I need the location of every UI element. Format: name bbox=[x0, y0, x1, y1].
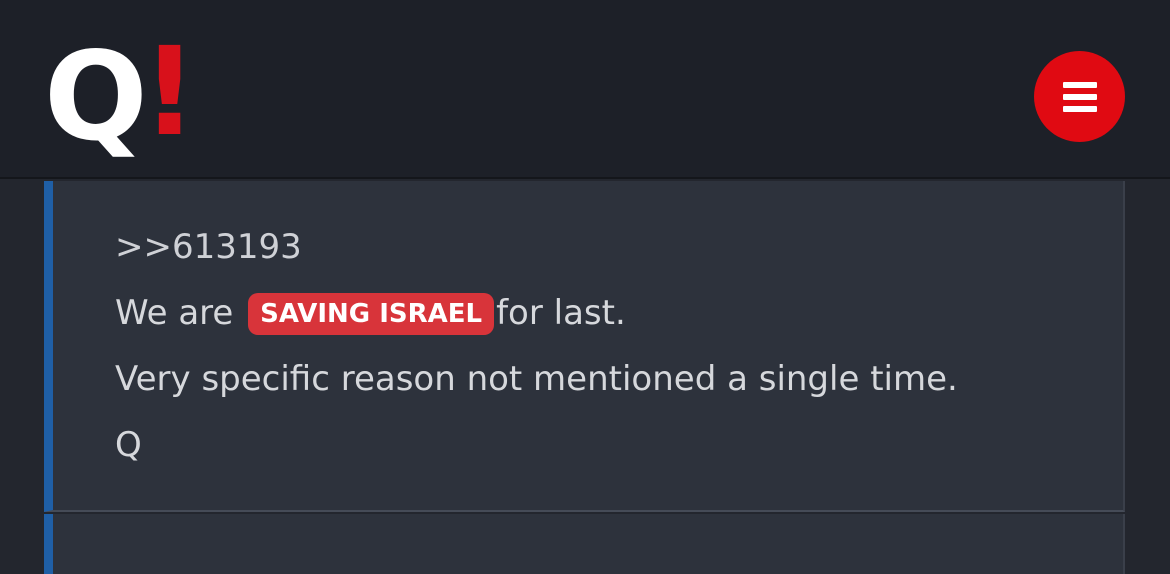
top-header: Q ! bbox=[0, 0, 1170, 179]
next-post-card bbox=[44, 514, 1125, 574]
logo-q-letter: Q bbox=[44, 26, 148, 168]
post-signature: Q bbox=[115, 425, 142, 465]
post-text-after-highlight: for last. bbox=[496, 293, 626, 333]
post-body: >>613193 We are SAVING ISRAEL for last. V… bbox=[115, 221, 958, 485]
logo-exclamation: ! bbox=[141, 21, 198, 163]
post-text-before-highlight: We are bbox=[115, 293, 245, 333]
post-card: >>613193 We are SAVING ISRAEL for last. V… bbox=[44, 181, 1125, 512]
site-logo[interactable]: Q ! bbox=[44, 21, 198, 168]
post-line-2: Very specific reason not mentioned a sin… bbox=[115, 353, 958, 419]
menu-button[interactable] bbox=[1034, 51, 1125, 142]
hamburger-menu-icon bbox=[1062, 105, 1097, 112]
post-signature-line: Q bbox=[115, 419, 958, 485]
post-line-1: We are SAVING ISRAEL for last. bbox=[115, 287, 958, 353]
hamburger-menu-icon bbox=[1062, 81, 1097, 88]
post-text-line-2: Very specific reason not mentioned a sin… bbox=[115, 359, 958, 399]
post-reference-line: >>613193 bbox=[115, 221, 958, 287]
highlight-badge: SAVING ISRAEL bbox=[248, 293, 495, 335]
post-reference-link[interactable]: >>613193 bbox=[115, 227, 302, 267]
hamburger-menu-icon bbox=[1062, 93, 1097, 100]
